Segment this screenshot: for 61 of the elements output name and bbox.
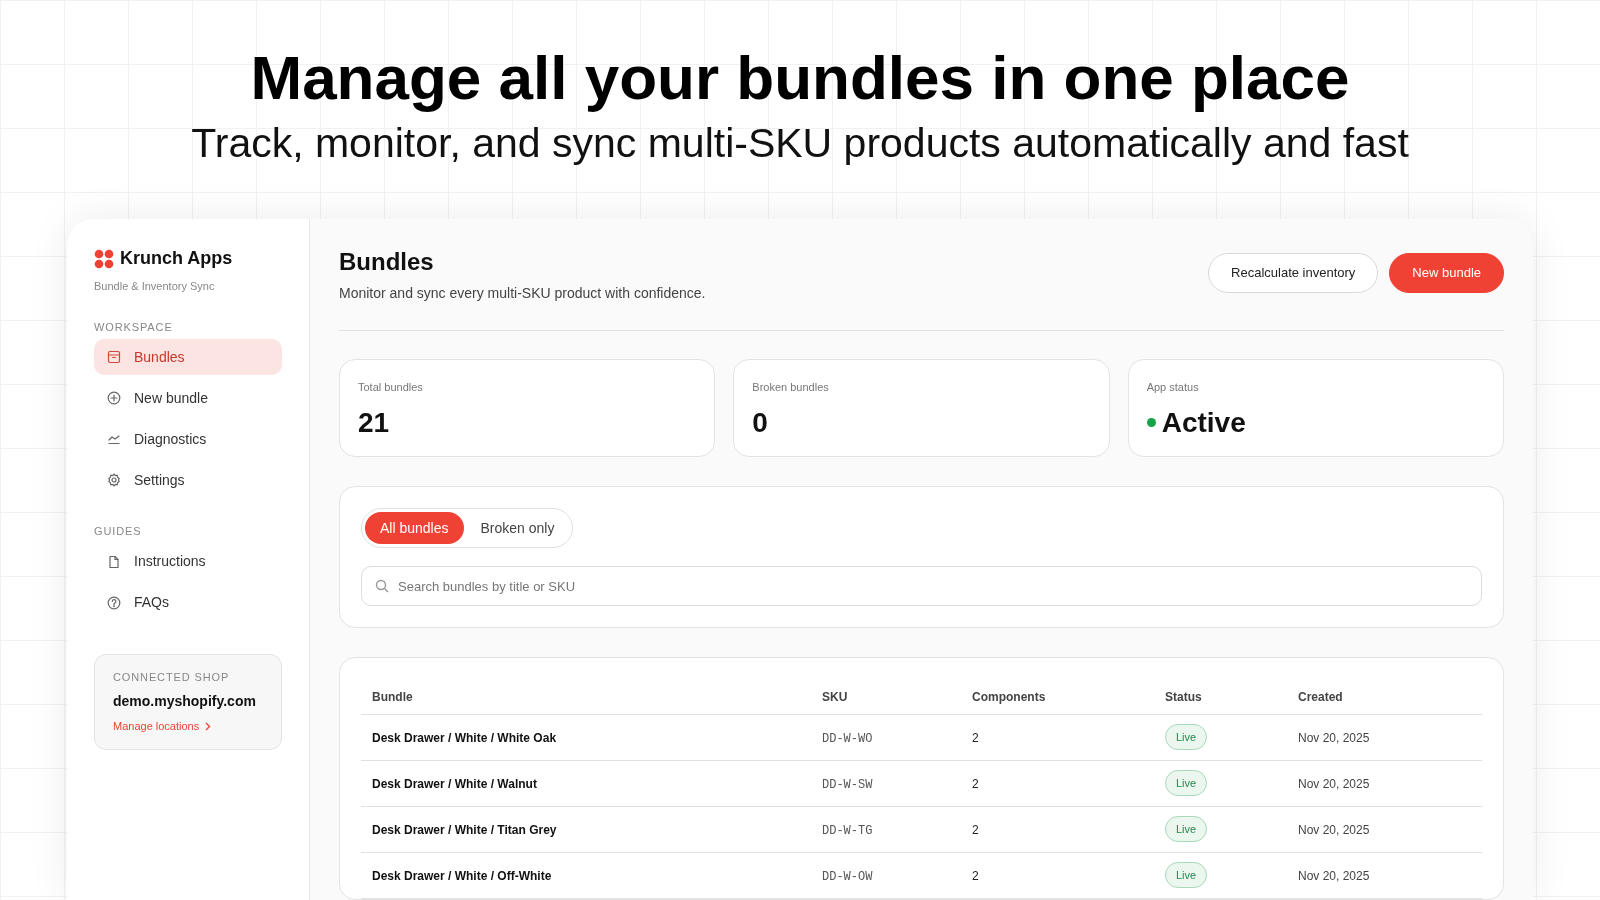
component-count: 2 [972, 777, 979, 791]
section-heading: CONNECTED SHOP [113, 669, 231, 685]
filter-tab[interactable]: All bundles [365, 512, 464, 544]
page-title: Bundles [339, 247, 435, 277]
column-header: Status [1154, 680, 1287, 714]
archive-icon [106, 349, 122, 365]
column-header: Bundle [361, 680, 811, 714]
logo-icon [94, 248, 114, 269]
search-field[interactable]: Search bundles by title or SKU [361, 566, 1482, 606]
help-icon [106, 594, 122, 611]
sku-text: DD-W-WO [822, 732, 873, 746]
stat-label: App status [1146, 380, 1200, 395]
chevron-right-icon [205, 721, 212, 731]
subheadline: Track, monitor, and sync multi-SKU products automatically and fast [191, 119, 1409, 168]
nav-item[interactable]: New bundle [94, 380, 282, 416]
column-header: Created [1287, 680, 1482, 714]
created-date: Nov 20, 2025 [1298, 869, 1370, 883]
created-date: Nov 20, 2025 [1298, 823, 1370, 837]
stat-value: Active [1161, 405, 1246, 440]
headline: Manage all your bundles in one place [250, 42, 1350, 114]
nav-item[interactable]: FAQs [94, 584, 282, 621]
stat-value: 21 [358, 405, 390, 440]
component-count: 2 [972, 869, 979, 883]
status-badge: Live [1165, 861, 1208, 889]
search-icon [375, 579, 389, 593]
nav-item[interactable]: Diagnostics [94, 421, 282, 457]
bundle-title: Desk Drawer / White / Off-White [372, 869, 552, 883]
brand-name: Krunch Apps [120, 247, 233, 270]
filter-tab[interactable]: Broken only [465, 512, 570, 544]
bundle-title: Desk Drawer / White / White Oak [372, 731, 557, 745]
section-heading: GUIDES [94, 524, 143, 539]
manage-locations-link[interactable]: Manage locations [113, 718, 212, 735]
status-badge: Live [1165, 769, 1208, 797]
sku-text: DD-W-OW [822, 870, 873, 884]
stat-label: Total bundles [358, 380, 424, 395]
document-icon [106, 553, 122, 570]
new-bundle-button[interactable]: New bundle [1389, 253, 1504, 293]
section-heading: WORKSPACE [94, 319, 174, 335]
brand-tagline: Bundle & Inventory Sync [94, 279, 216, 294]
column-header: SKU [811, 680, 961, 714]
bundle-title: Desk Drawer / White / Titan Grey [372, 823, 557, 837]
status-badge: Live [1165, 723, 1208, 751]
gear-icon [106, 472, 122, 488]
page-subtitle: Monitor and sync every multi-SKU product with confidence. [339, 284, 706, 303]
column-header: Components [961, 680, 1154, 714]
sku-text: DD-W-TG [822, 824, 873, 838]
shop-domain: demo.myshopify.com [113, 692, 257, 711]
component-count: 2 [972, 731, 979, 745]
status-badge: Live [1165, 815, 1208, 843]
nav-item[interactable]: Settings [94, 462, 282, 498]
nav-item[interactable]: Instructions [94, 543, 282, 580]
sku-text: DD-W-SW [822, 778, 873, 792]
nav-item[interactable]: Bundles [94, 339, 282, 375]
bundle-title: Desk Drawer / White / Walnut [372, 777, 537, 791]
stat-value: 0 [752, 405, 768, 440]
created-date: Nov 20, 2025 [1298, 731, 1370, 745]
plus-circle-icon [106, 390, 122, 406]
stat-label: Broken bundles [752, 380, 830, 395]
component-count: 2 [972, 823, 979, 837]
recalculate-button[interactable]: Recalculate inventory [1208, 253, 1379, 293]
created-date: Nov 20, 2025 [1298, 777, 1370, 791]
